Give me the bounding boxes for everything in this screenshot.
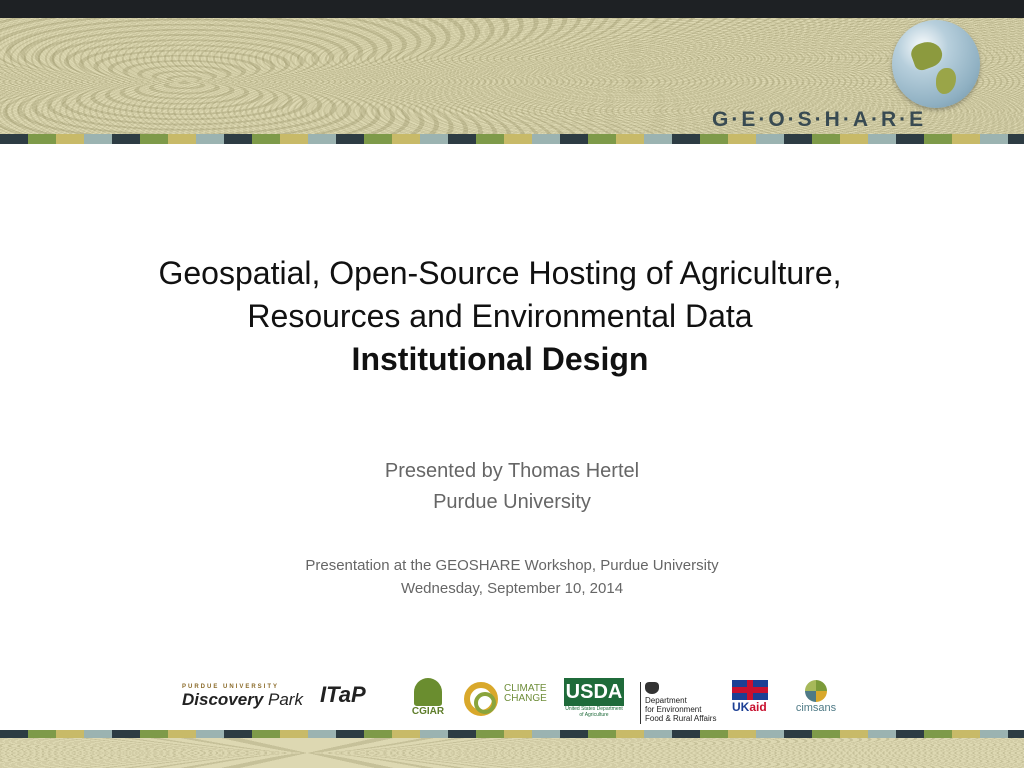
crest-icon bbox=[645, 682, 659, 694]
ccafs-logo: CLIMATE CHANGE bbox=[464, 680, 554, 724]
discovery-park-logo: PURDUE UNIVERSITY Discovery Park bbox=[182, 684, 303, 709]
itap-logo: ITaP bbox=[320, 682, 366, 707]
event-date: Wednesday, September 10, 2014 bbox=[400, 580, 624, 597]
title-subtitle: Institutional Design bbox=[351, 341, 649, 377]
presenter-affiliation: Purdue University bbox=[433, 491, 591, 513]
defra-logo: Department for Environment Food & Rural … bbox=[640, 682, 725, 724]
slide-title: Geospatial, Open-Source Hosting of Agric… bbox=[60, 252, 940, 381]
cgiar-logo: CGIAR bbox=[406, 678, 450, 724]
presenter-info: Presented by Thomas Hertel Purdue Univer… bbox=[262, 456, 762, 518]
presenter-name: Presented by Thomas Hertel bbox=[384, 460, 640, 482]
footer-stripe bbox=[0, 730, 1024, 738]
usda-logo: USDA United States Department of Agricul… bbox=[564, 678, 624, 724]
ukaid-logo: UKaid bbox=[732, 680, 770, 724]
sprout-icon bbox=[414, 678, 442, 706]
geoshare-brand: G·E·O·S·H·A·R·E bbox=[712, 108, 927, 131]
event-name: Presentation at the GEOSHARE Workshop, P… bbox=[305, 557, 719, 574]
cimsans-logo: cimsans bbox=[786, 680, 846, 722]
cimsans-mark-icon bbox=[805, 680, 827, 702]
title-line-1: Geospatial, Open-Source Hosting of Agric… bbox=[158, 255, 842, 291]
globe-logo-icon bbox=[892, 20, 980, 108]
header-stripe bbox=[0, 134, 1024, 144]
partner-logos: PURDUE UNIVERSITY Discovery Park ITaP CG… bbox=[0, 676, 1024, 726]
title-line-2: Resources and Environmental Data bbox=[247, 298, 753, 334]
ccafs-ring-icon bbox=[464, 682, 498, 716]
top-bar bbox=[0, 0, 1024, 18]
event-info: Presentation at the GEOSHARE Workshop, P… bbox=[200, 554, 824, 600]
union-flag-icon bbox=[732, 680, 768, 700]
footer-banner bbox=[0, 738, 1024, 768]
